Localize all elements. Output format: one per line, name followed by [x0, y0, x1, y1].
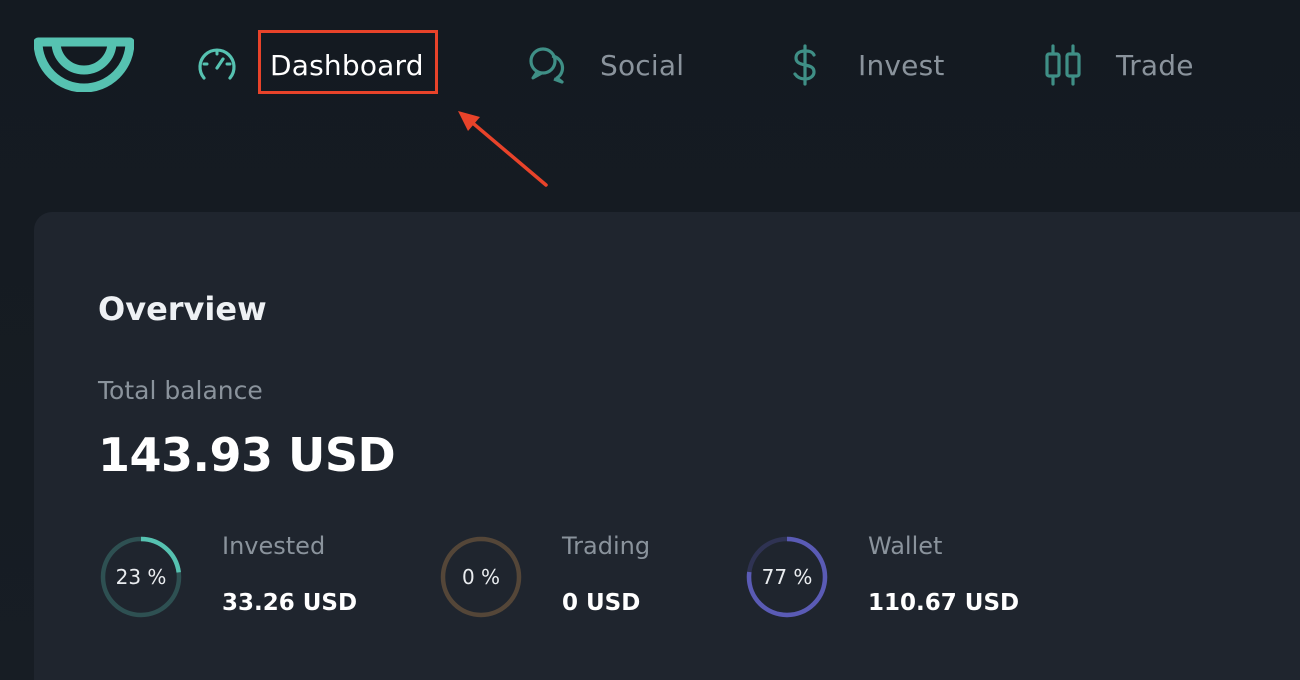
total-balance-value: 143.93 USD [98, 428, 396, 482]
nav-tab-social-label: Social [600, 48, 685, 82]
top-navigation: Dashboard Social Invest Trade [0, 0, 1300, 187]
trading-label: Trading [562, 532, 651, 560]
nav-tab-invest-label: Invest [858, 48, 945, 82]
page: Dashboard Social Invest Trade Overview T… [0, 0, 1300, 680]
brand-logo-icon[interactable] [34, 36, 134, 92]
nav-tab-trade[interactable]: Trade [1040, 40, 1194, 90]
stat-invested: 23 % Invested 33.26 USD [98, 532, 398, 632]
chat-bubbles-icon [524, 42, 570, 88]
wallet-percent: 77 % [761, 565, 813, 589]
wallet-label: Wallet [868, 532, 943, 560]
overview-card: Overview Total balance 143.93 USD 23 % I… [34, 212, 1300, 680]
nav-tab-dashboard[interactable]: Dashboard [194, 40, 424, 90]
invested-percent: 23 % [115, 565, 167, 589]
stat-trading: 0 % Trading 0 USD [438, 532, 738, 632]
stat-wallet: 77 % Wallet 110.67 USD [744, 532, 1064, 632]
overview-title: Overview [98, 290, 267, 328]
nav-tab-dashboard-label: Dashboard [270, 48, 424, 82]
speedometer-icon [194, 42, 240, 88]
wallet-value: 110.67 USD [868, 590, 1020, 616]
trading-percent: 0 % [461, 565, 501, 589]
invested-value: 33.26 USD [222, 590, 358, 616]
candlestick-icon [1040, 42, 1086, 88]
nav-tab-social[interactable]: Social [524, 40, 684, 90]
invested-label: Invested [222, 532, 326, 560]
nav-tab-trade-label: Trade [1116, 48, 1194, 82]
nav-tab-invest[interactable]: Invest [782, 40, 945, 90]
trading-value: 0 USD [562, 590, 641, 616]
total-balance-label: Total balance [98, 376, 263, 405]
dollar-icon [782, 42, 828, 88]
annotation-arrow-icon [458, 111, 548, 187]
